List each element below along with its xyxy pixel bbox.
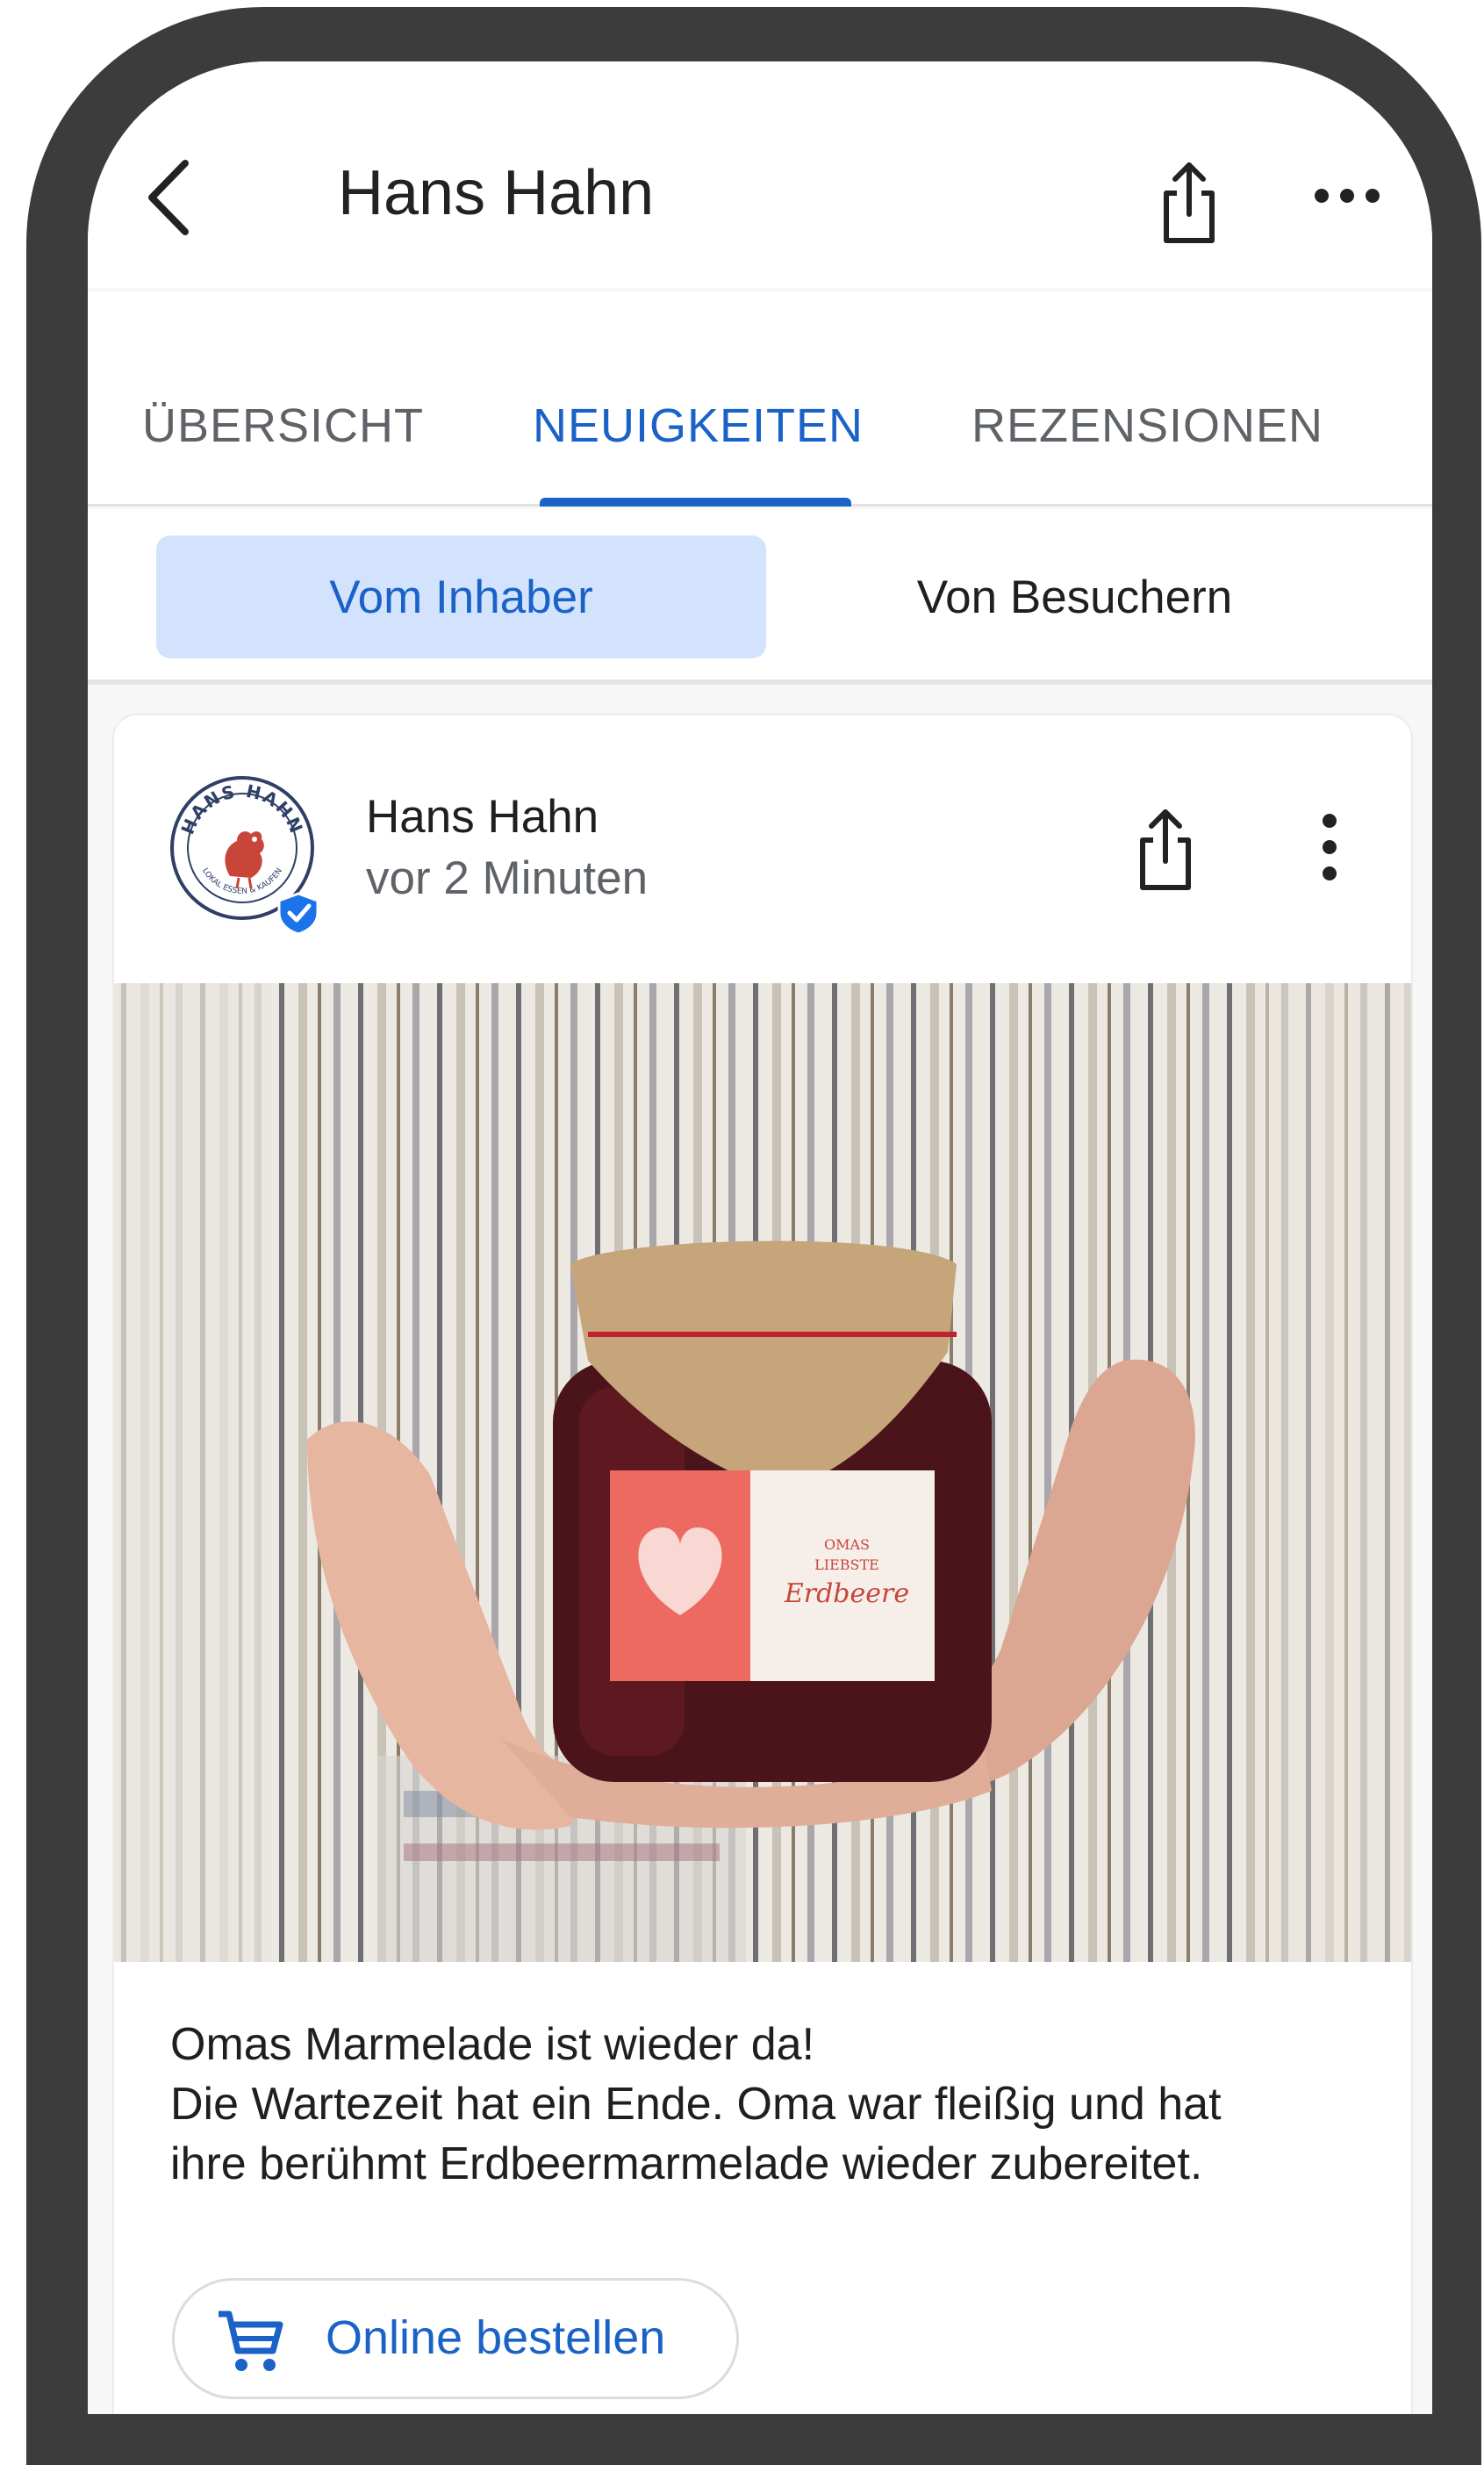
more-horizontal-icon bbox=[1315, 189, 1380, 203]
tab-bar: ÜBERSICHT NEUIGKEITEN REZENSIONEN bbox=[88, 291, 1432, 507]
page-title: Hans Hahn bbox=[338, 158, 655, 228]
shopping-cart-icon bbox=[219, 2310, 283, 2371]
chevron-left-icon bbox=[148, 160, 189, 235]
segmented-control: Vom Inhaber Von Besuchern bbox=[88, 509, 1432, 685]
jar-label-line3: Erdbeere bbox=[784, 1578, 909, 1609]
post-card: HANS HAHN LOKAL ESSEN & KAUFEN Hans Hahn… bbox=[114, 715, 1411, 2414]
post-text-line: ihre berühmt Erdbeermarmelade wieder zub… bbox=[170, 2138, 1203, 2189]
post-share-button[interactable] bbox=[1130, 805, 1201, 893]
tab-reviews[interactable]: REZENSIONEN bbox=[971, 399, 1323, 453]
post-more-button[interactable] bbox=[1312, 812, 1347, 882]
avatar[interactable]: HANS HAHN LOKAL ESSEN & KAUFEN bbox=[167, 773, 326, 932]
more-vertical-icon bbox=[1323, 814, 1337, 880]
order-online-label: Online bestellen bbox=[326, 2311, 666, 2364]
active-tab-indicator bbox=[540, 498, 851, 507]
more-options-button[interactable] bbox=[1308, 165, 1387, 226]
post-text-line: Omas Marmelade ist wieder da! bbox=[170, 2019, 815, 2070]
jar-label-line2: LIEBSTE bbox=[814, 1556, 879, 1573]
post-timestamp: vor 2 Minuten bbox=[366, 852, 649, 904]
post-author: Hans Hahn bbox=[366, 791, 599, 843]
post-body: Omas Marmelade ist wieder da! Die Wartez… bbox=[170, 2015, 1381, 2194]
share-icon bbox=[1164, 162, 1215, 243]
order-online-button[interactable]: Online bestellen bbox=[172, 2278, 739, 2399]
post-text-line: Die Wartezeit hat ein Ende. Oma war flei… bbox=[170, 2079, 1222, 2130]
verified-badge-icon bbox=[277, 892, 319, 932]
back-button[interactable] bbox=[136, 149, 206, 246]
share-icon bbox=[1140, 809, 1191, 890]
share-button[interactable] bbox=[1154, 158, 1224, 246]
post-image[interactable]: OMAS LIEBSTE Erdbeere bbox=[114, 983, 1411, 1962]
segment-from-owner[interactable]: Vom Inhaber bbox=[156, 535, 766, 658]
tab-overview[interactable]: ÜBERSICHT bbox=[142, 399, 424, 453]
tab-news[interactable]: NEUIGKEITEN bbox=[533, 399, 864, 453]
app-header: Hans Hahn bbox=[88, 61, 1432, 288]
jar-label-line1: OMAS bbox=[824, 1536, 870, 1553]
app-screen: Hans Hahn ÜBERSICHT NEUIGKEITEN REZENSIO… bbox=[88, 61, 1432, 2414]
segment-from-visitors[interactable]: Von Besuchern bbox=[770, 535, 1380, 658]
